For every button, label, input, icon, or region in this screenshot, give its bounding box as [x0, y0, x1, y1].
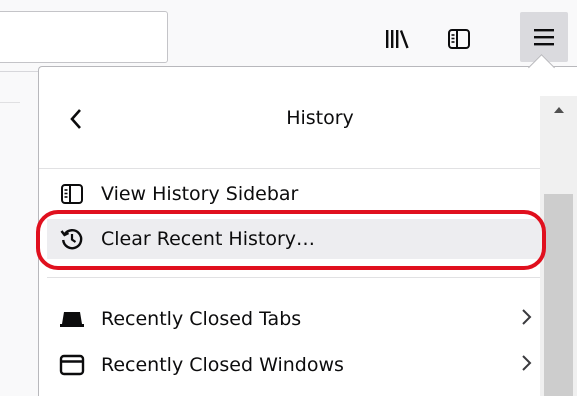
chevron-right-icon: [521, 353, 533, 378]
menu-item-recently-closed-tabs[interactable]: Recently Closed Tabs: [47, 299, 547, 339]
sidebar-icon: [448, 29, 470, 49]
menu-item-recently-closed-windows[interactable]: Recently Closed Windows: [47, 345, 547, 385]
panel-title: History: [286, 107, 354, 129]
library-button[interactable]: [380, 22, 414, 56]
divider: [0, 72, 20, 103]
hamburger-menu-icon: [534, 29, 554, 46]
menu-item-label: View History Sidebar: [101, 183, 299, 205]
panel-header: History: [39, 67, 577, 169]
menu-item-label: Recently Closed Tabs: [101, 308, 302, 330]
url-bar[interactable]: [0, 11, 168, 63]
window-icon: [59, 352, 85, 378]
app-menu-button[interactable]: [520, 12, 568, 62]
chevron-right-icon: [521, 307, 533, 332]
menu-separator: [47, 277, 547, 278]
sidebar-toggle-button[interactable]: [442, 22, 476, 56]
triangle-up-icon: [553, 107, 564, 113]
tab-icon: [59, 306, 85, 332]
highlight-annotation-ring: [36, 210, 546, 270]
library-icon: [386, 30, 409, 49]
scroll-up-button[interactable]: [540, 96, 577, 124]
menu-item-label: Recently Closed Windows: [101, 354, 344, 376]
scroll-thumb[interactable]: [544, 194, 573, 396]
sidebar-icon: [59, 181, 85, 207]
browser-toolbar: [0, 0, 577, 72]
menu-item-view-history-sidebar[interactable]: View History Sidebar: [47, 174, 547, 214]
